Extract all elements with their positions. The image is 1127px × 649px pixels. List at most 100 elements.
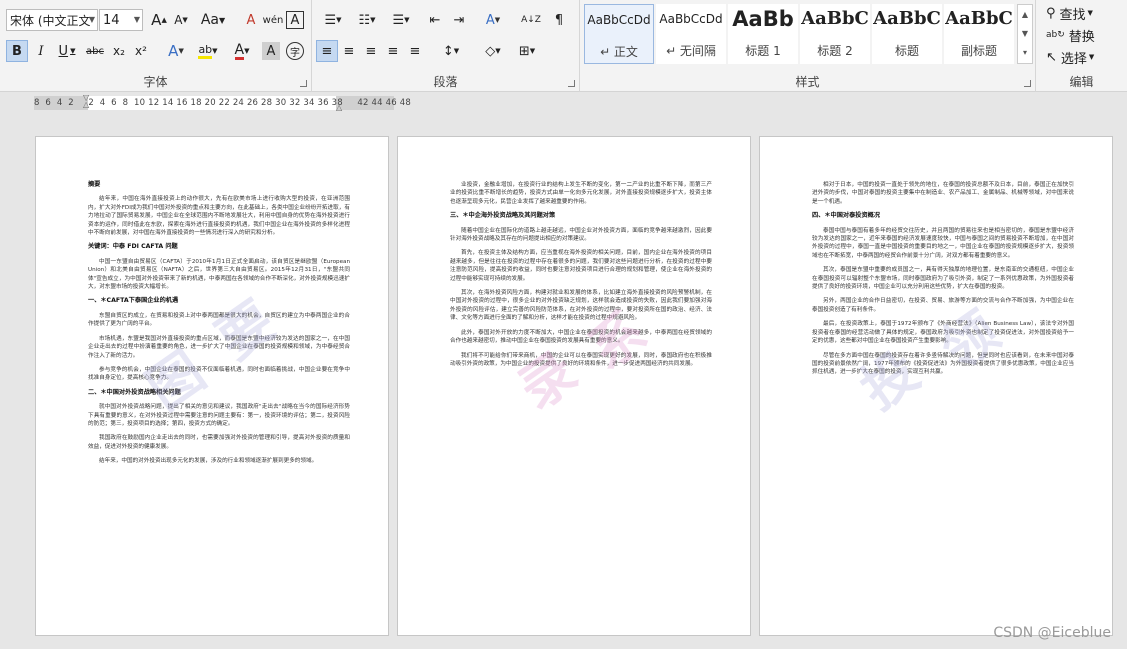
strikethrough-button[interactable]: abc [84, 40, 106, 62]
style-no-spacing[interactable]: AaBbCcDd ↵ 无间隔 [656, 4, 726, 64]
font-group: 宋体 (中文正文) ▼ 14 ▼ A ▲ A ▼ Aa ▼ A wén A B I U ▼ … [0, 0, 312, 92]
style-name: 标题 1 [745, 44, 781, 58]
superscript-icon: x² [135, 44, 147, 58]
shrink-font-icon: A [174, 13, 183, 27]
align-left-button[interactable]: ≡ [316, 40, 338, 62]
style-name: 标题 2 [817, 44, 853, 58]
sort-button[interactable]: A↓Z [520, 9, 542, 31]
abstract-title: 摘要 [88, 181, 101, 188]
bullets-icon: ☰ [324, 12, 337, 28]
paragraph-group: ☰ ▼ ☷ ▼ ☰ ▼ ⇤ ⇥ A ▼ A↓Z ¶ ≡ ≡ ≡ ≡ ≡ ↕ ▼ ◇ ▼ ⊞ ▼… [312, 0, 580, 92]
justify-button[interactable]: ≡ [382, 40, 404, 62]
highlight-button[interactable]: ab ▼ [194, 40, 222, 62]
clear-format-button[interactable]: A [240, 9, 262, 31]
eraser-icon: A [246, 12, 256, 28]
font-color-button[interactable]: A ▼ [228, 40, 256, 62]
character-border-icon: A [290, 12, 300, 28]
borders-button[interactable]: ⊞ ▼ [512, 40, 542, 62]
search-icon: ⚲ [1046, 5, 1056, 21]
styles-dialog-launcher-icon[interactable] [1024, 80, 1031, 87]
font-name-combo[interactable]: 宋体 (中文正文) ▼ [6, 9, 98, 31]
shrink-font-button[interactable]: A ▼ [170, 9, 192, 31]
paragraph: 最后，在投资政策上，泰国于1972年颁布了《外商经营法》（Alien Busin… [812, 321, 1074, 345]
scroll-down-icon[interactable]: ▼ [1018, 24, 1032, 43]
styles-scroll[interactable]: ▲ ▼ ▾ [1017, 4, 1033, 64]
numbering-button[interactable]: ☷ ▼ [352, 9, 382, 31]
multilevel-list-button[interactable]: ☰ ▼ [386, 9, 416, 31]
shading-button[interactable]: ◇ ▼ [478, 40, 508, 62]
subscript-button[interactable]: x₂ [108, 40, 130, 62]
replace-button[interactable]: ab↻ 替换 [1046, 24, 1118, 46]
font-size-value: 14 [103, 12, 120, 28]
more-styles-icon[interactable]: ▾ [1018, 43, 1032, 62]
align-center-icon: ≡ [343, 43, 355, 59]
change-case-button[interactable]: Aa ▼ [198, 9, 228, 31]
borders-icon: ⊞ [518, 43, 530, 59]
increase-indent-button[interactable]: ⇥ [448, 9, 470, 31]
horizontal-ruler[interactable]: 8 6 4 2 2 4 6 8 10 12 14 16 18 20 22 24 … [0, 92, 1127, 114]
paragraph: 另外，两国企业的合作日益密切，在投资、贸易、旅游等方面的交流与合作不断加强，为中… [812, 298, 1074, 313]
ruler-scale: 8 6 4 2 2 4 6 8 10 12 14 16 18 20 22 24 … [34, 98, 411, 108]
paragraph: 首先，在投资主体及结构方面，应当重视在海外投资的相关问题，目前，国内企业在海外投… [450, 250, 712, 282]
numbering-icon: ☷ [358, 12, 371, 28]
underline-icon: U [58, 43, 69, 59]
style-subtitle[interactable]: AaBbC 副标题 [944, 4, 1014, 64]
csdn-credit: CSDN @Eiceblue [993, 625, 1111, 641]
paragraph: 我们将不可能给你们带来商机，中国的企业可以在泰国实现更好的发展，同时，泰国政府也… [450, 352, 712, 367]
style-preview: AaBbC [801, 8, 869, 29]
section-heading: 一、＊CAFTA下泰国企业的机遇 [88, 297, 179, 305]
phonetic-guide-button[interactable]: wén [262, 9, 284, 31]
style-name: ↵ 正文 [600, 45, 638, 59]
superscript-button[interactable]: x² [130, 40, 152, 62]
scroll-up-icon[interactable]: ▲ [1018, 5, 1032, 24]
bold-button[interactable]: B [6, 40, 28, 62]
paragraph: 市场机遇，东盟是我国对外直接投资的重点区域，而泰国是东盟中经济较为发达的国家之一… [88, 335, 350, 359]
pilcrow-icon: ¶ [554, 12, 564, 28]
font-name-value: 宋体 (中文正文) [10, 13, 90, 28]
text-effects-button[interactable]: A ▼ [162, 40, 190, 62]
align-center-button[interactable]: ≡ [338, 40, 360, 62]
select-label: 选择 [1060, 51, 1087, 67]
character-shading-button[interactable]: A [262, 42, 280, 60]
decrease-indent-icon: ⇤ [429, 12, 441, 28]
line-spacing-button[interactable]: ↕ ▼ [436, 40, 466, 62]
style-name: 副标题 [960, 44, 997, 58]
page-3[interactable]: 相对于日本，中国的投资一直处于领先的地位，在泰国的投资总额不及日本，目前，泰国正… [759, 136, 1113, 636]
decrease-indent-button[interactable]: ⇤ [424, 9, 446, 31]
style-normal[interactable]: AaBbCcDd ↵ 正文 [584, 4, 654, 64]
paragraph: 尽管在多方面中国在泰国的投资存在着许多亟待解决的问题，但是同时也应该看到，在未来… [812, 352, 1074, 376]
underline-button[interactable]: U ▼ [54, 40, 80, 62]
style-heading-1[interactable]: AaBb 标题 1 [728, 4, 798, 64]
page-1[interactable]: 摘要 结年来，中国在海外直接投资上的动作很大，先有在欧美市场上进行收购大型的投资… [35, 136, 389, 636]
font-dialog-launcher-icon[interactable] [300, 80, 307, 87]
indent-marker-icon[interactable]: ▽ △ [83, 94, 89, 109]
paragraph: 就中国对外投资战略问题，提出了相关的意见和建议，我国政府"走出去"战略在当今的国… [88, 404, 350, 427]
page-2[interactable]: 业投资，金融业增加，在投资行业的结构上发生不断的变化，第一二产业的比重不断下降，… [397, 136, 751, 636]
paragraph: 随着中国企业在国际化的道路上越走越远，中国企业对外投资方面，面临的竞争越来越激烈… [450, 227, 712, 243]
show-marks-button[interactable]: ¶ [548, 9, 570, 31]
character-border-button[interactable]: A [286, 11, 304, 29]
find-button[interactable]: ⚲ 查找 ▼ [1046, 2, 1118, 24]
section-heading: 四、＊中国对泰投资概况 [812, 212, 881, 220]
style-heading-2[interactable]: AaBbC 标题 2 [800, 4, 870, 64]
font-size-combo[interactable]: 14 ▼ [99, 9, 143, 31]
distributed-button[interactable]: ≡ [404, 40, 426, 62]
style-title[interactable]: AaBbC 标题 [872, 4, 942, 64]
align-right-button[interactable]: ≡ [360, 40, 382, 62]
grow-font-button[interactable]: A ▲ [148, 9, 170, 31]
enclose-characters-button[interactable]: 字 [286, 42, 304, 60]
style-preview: AaBbC [873, 8, 941, 29]
bullets-button[interactable]: ☰ ▼ [318, 9, 348, 31]
chinese-layout-button[interactable]: A ▼ [478, 9, 508, 31]
right-indent-marker-icon[interactable]: △ [336, 103, 342, 112]
style-preview: AaBbCcDd [659, 12, 723, 26]
paragraph-dialog-launcher-icon[interactable] [568, 80, 575, 87]
font-color-icon: A [234, 41, 245, 60]
paint-bucket-icon: ◇ [485, 43, 496, 59]
paragraph: 其次，在海外投资风险方面，构建对就业和发展的体系，比如建立海外直接投资的风险预警… [450, 290, 712, 322]
text-effects-icon: A [168, 42, 179, 60]
page-3-content: 相对于日本，中国的投资一直处于领先的地位，在泰国的投资总额不及日本，目前，泰国正… [812, 181, 1074, 383]
italic-button[interactable]: I [30, 40, 52, 62]
select-button[interactable]: ↖ 选择 ▼ [1046, 46, 1118, 68]
paragraph-group-label: 段落 [433, 75, 458, 89]
